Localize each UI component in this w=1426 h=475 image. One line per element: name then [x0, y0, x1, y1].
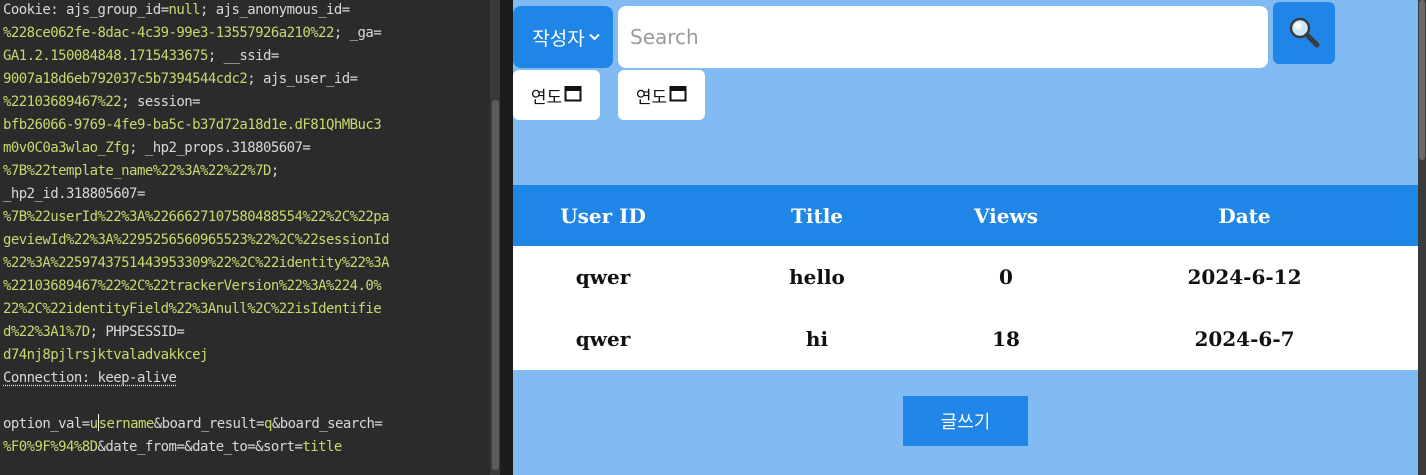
request-token: q	[264, 416, 272, 432]
request-line: Cookie: ajs_group_id=null; ajs_anonymous…	[3, 0, 489, 22]
cell-user-id: qwer	[513, 246, 693, 308]
rendered-page: 작성자 연도 연도	[513, 0, 1418, 475]
request-token: %7B%22template_name%22%3A%22%22%7D	[3, 163, 271, 179]
date-from-label: 연도	[530, 87, 563, 108]
request-line: m0v0C0a3wlao_Zfg; _hp2_props.318805607=	[3, 137, 489, 160]
request-token: d74nj8pjlrsjktvaladvakkcej	[3, 347, 208, 363]
chevron-down-icon	[589, 30, 600, 45]
date-to-input[interactable]: 연도	[618, 70, 705, 120]
request-token: &date_from=&date_to=&sort=	[97, 439, 303, 455]
request-token: ; __ssid=	[207, 48, 279, 64]
search-button[interactable]	[1273, 2, 1335, 64]
request-token: %F0%9F%94%8D	[3, 439, 98, 455]
request-line: %7B%22userId%22%3A%2266627107580488554%2…	[3, 206, 489, 229]
request-token: 9007a18d6eb792037c5b7394544cdc2	[3, 71, 248, 87]
request-line: geviewId%22%3A%2295256560965523%22%2C%22…	[3, 229, 489, 252]
header-title[interactable]: Title	[693, 185, 941, 246]
request-editor[interactable]: Cookie: ajs_group_id=null; ajs_anonymous…	[0, 0, 490, 475]
header-views[interactable]: Views	[941, 185, 1071, 246]
request-token: ; ajs_anonymous_id=	[199, 2, 350, 18]
magnifier-icon	[1287, 15, 1321, 52]
table-header-row: User ID Title Views Date	[513, 185, 1418, 246]
request-line: %22103689467%22; session=	[3, 91, 489, 114]
request-token: %7B%22userId%22%3A%2266627107580488554%2…	[3, 209, 390, 225]
request-token: ; _ga=	[333, 25, 382, 41]
calendar-icon[interactable]	[564, 84, 582, 107]
request-token: ; session=	[121, 94, 200, 110]
request-token: ;	[270, 163, 279, 179]
request-line	[3, 390, 489, 413]
request-line: d%22%3A1%7D; PHPSESSID=	[3, 321, 489, 344]
request-line: %F0%9F%94%8D&date_from=&date_to=&sort=ti…	[3, 436, 489, 459]
request-line: %7B%22template_name%22%3A%22%22%7D;	[3, 160, 489, 183]
header-date[interactable]: Date	[1071, 185, 1418, 246]
header-user-id[interactable]: User ID	[513, 185, 693, 246]
table-row[interactable]: qwer hi 18 2024-6-7	[513, 308, 1418, 370]
cell-views: 18	[941, 308, 1071, 370]
date-to-label: 연도	[635, 87, 668, 108]
request-token: sername	[98, 416, 155, 432]
request-line: %228ce062fe-8dac-4c39-99e3-13557926a210%…	[3, 22, 489, 45]
date-from-input[interactable]: 연도	[513, 70, 600, 120]
request-token: Connection: keep-alive	[3, 370, 177, 386]
cell-title[interactable]: hi	[693, 308, 941, 370]
request-line: %22103689467%22%2C%22trackerVersion%22%3…	[3, 275, 489, 298]
cell-date: 2024-6-12	[1071, 246, 1418, 308]
search-input[interactable]	[618, 6, 1268, 68]
search-field-select-label: 작성자	[532, 27, 585, 50]
request-token: Cookie: ajs_group_id=	[3, 2, 169, 18]
request-line: GA1.2.150084848.1715433675; __ssid=	[3, 45, 489, 68]
cell-title[interactable]: hello	[693, 246, 941, 308]
request-token: option_val=	[3, 416, 90, 432]
request-token: null	[168, 2, 200, 18]
request-token: &board_result=	[153, 416, 265, 432]
board-table: User ID Title Views Date qwer hello 0 20…	[513, 185, 1418, 370]
request-token: %22103689467%22%2C%22trackerVersion%22%3…	[3, 278, 382, 294]
cell-user-id: qwer	[513, 308, 693, 370]
request-token: GA1.2.150084848.1715433675	[3, 48, 208, 64]
calendar-icon[interactable]	[669, 84, 687, 107]
request-line: _hp2_id.318805607=	[3, 183, 489, 206]
request-line: Connection: keep-alive	[3, 367, 489, 390]
request-line: %22%3A%2259743751443953309%22%2C%22ident…	[3, 252, 489, 275]
request-token: geviewId%22%3A%2295256560965523%22%2C%22…	[3, 232, 390, 248]
request-token: %228ce062fe-8dac-4c39-99e3-13557926a210%…	[3, 25, 334, 41]
write-post-button[interactable]: 글쓰기	[903, 396, 1028, 446]
request-token: title	[302, 439, 342, 455]
request-token: ; _hp2_props.318805607=	[129, 140, 311, 156]
request-line: 9007a18d6eb792037c5b7394544cdc2; ajs_use…	[3, 68, 489, 91]
request-line: d74nj8pjlrsjktvaladvakkcej	[3, 344, 489, 367]
request-token: m0v0C0a3wlao_Zfg	[3, 140, 130, 156]
request-token: ; ajs_user_id=	[247, 71, 358, 87]
request-text[interactable]: Cookie: ajs_group_id=null; ajs_anonymous…	[3, 0, 489, 459]
request-token: d%22%3A1%7D	[3, 324, 90, 340]
request-token: &board_search=	[271, 416, 383, 432]
request-token: u	[89, 416, 98, 432]
request-token: %22103689467%22	[3, 94, 122, 110]
request-line: 22%2C%22identityField%22%3Anull%2C%22isI…	[3, 298, 489, 321]
cell-date: 2024-6-7	[1071, 308, 1418, 370]
request-token: ; PHPSESSID=	[89, 324, 185, 340]
panel-divider[interactable]	[500, 0, 513, 475]
page-scrollbar-thumb[interactable]	[1419, 0, 1425, 160]
table-row[interactable]: qwer hello 0 2024-6-12	[513, 246, 1418, 308]
request-token: _hp2_id.318805607=	[3, 186, 145, 202]
request-token: 22%2C%22identityField%22%3Anull%2C%22isI…	[3, 301, 382, 317]
request-token: %22%3A%2259743751443953309%22%2C%22ident…	[3, 255, 390, 271]
request-line: option_val=username&board_result=q&board…	[3, 413, 489, 436]
request-token: bfb26066-9769-4fe9-ba5c-b37d72a18d1e.dF8…	[3, 117, 382, 133]
request-scrollbar-thumb[interactable]	[492, 100, 499, 470]
search-field-select[interactable]: 작성자	[513, 6, 613, 68]
request-line: bfb26066-9769-4fe9-ba5c-b37d72a18d1e.dF8…	[3, 114, 489, 137]
cell-views: 0	[941, 246, 1071, 308]
